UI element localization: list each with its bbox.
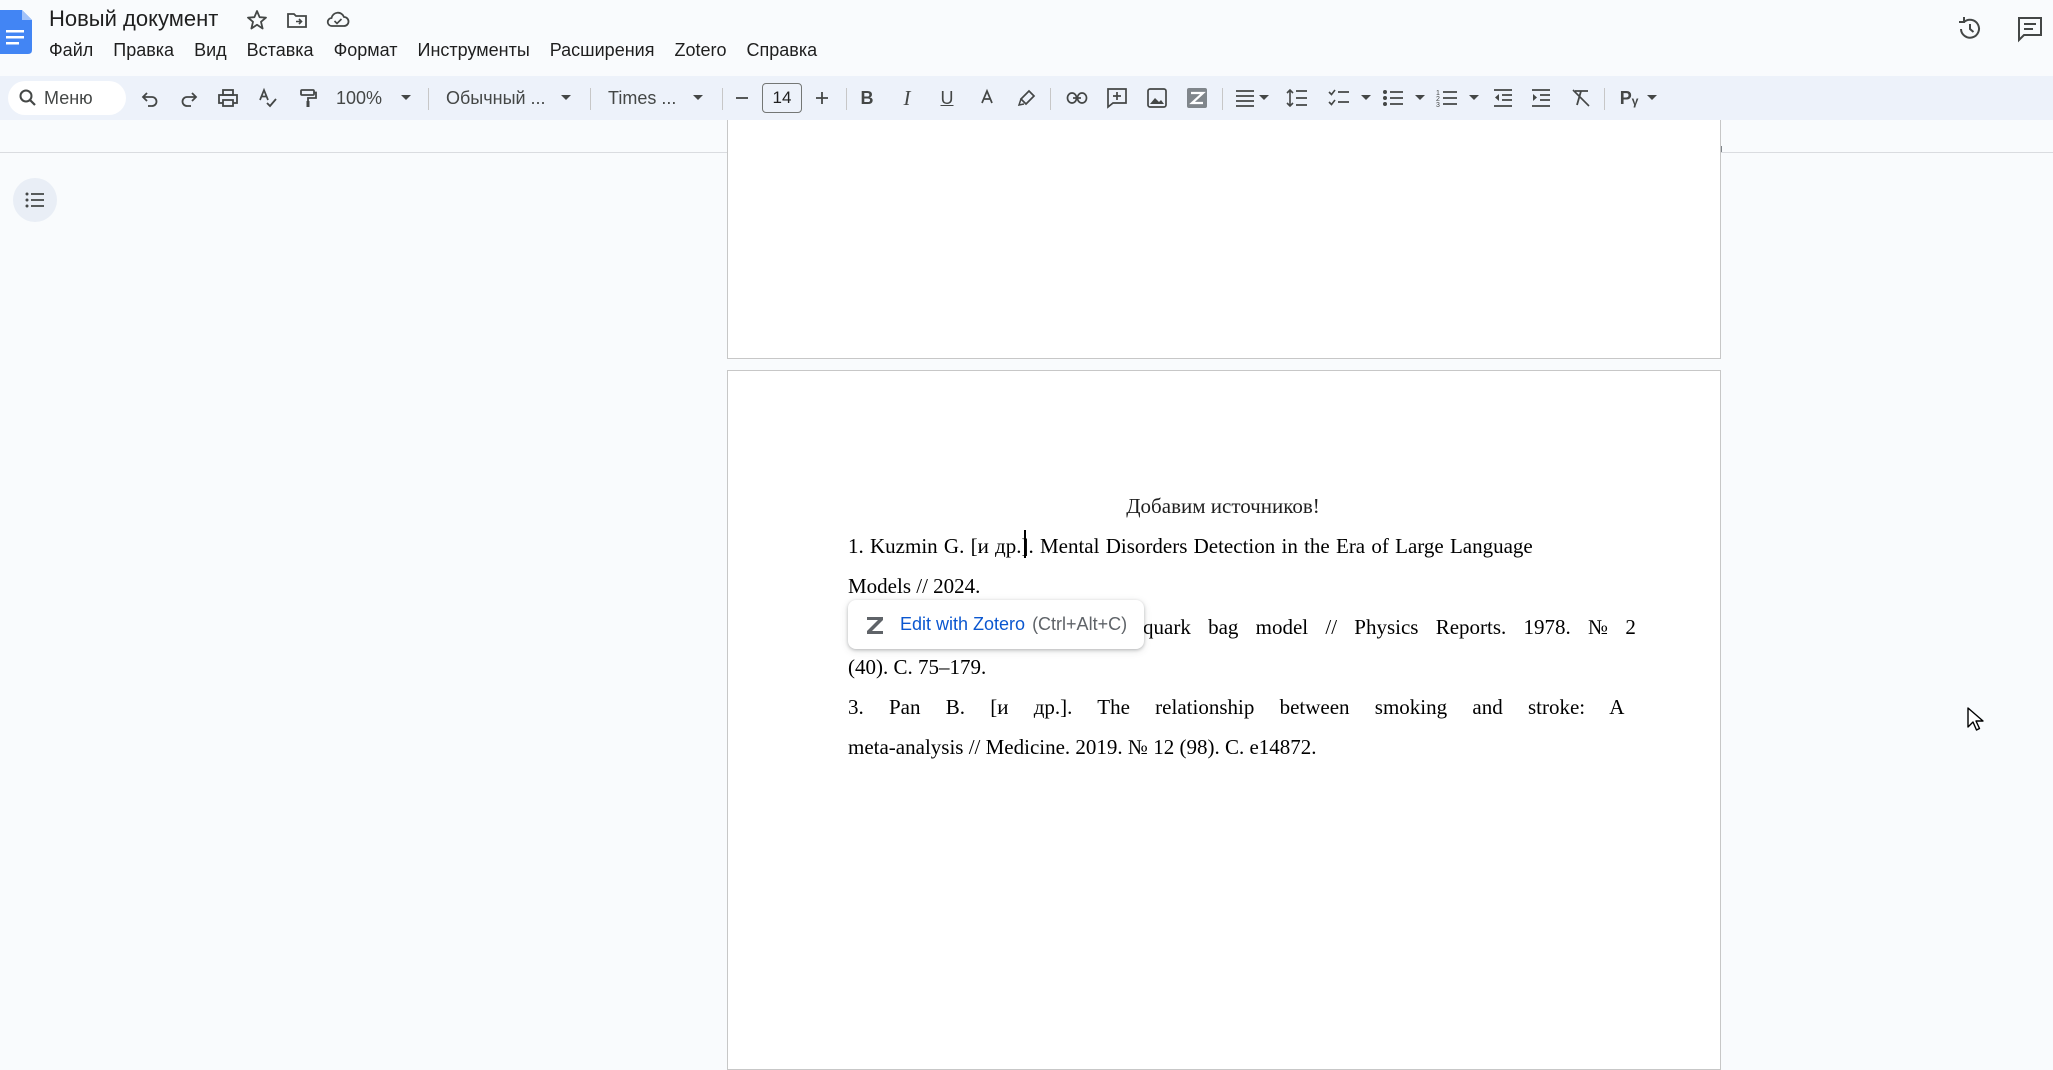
text-cursor xyxy=(1024,530,1026,558)
docs-logo-icon[interactable] xyxy=(0,10,32,54)
font-select[interactable]: Times ... xyxy=(608,76,688,120)
editing-mode-icon[interactable]: Pᵧ xyxy=(1614,76,1644,120)
menu-view[interactable]: Вид xyxy=(184,38,237,62)
redo-icon[interactable] xyxy=(175,76,203,120)
font-chevron-down-icon[interactable] xyxy=(688,76,708,120)
reference-3-line-2[interactable]: meta-analysis // Medicine. 2019. № 12 (9… xyxy=(848,727,1598,767)
spellcheck-icon[interactable] xyxy=(254,76,282,120)
reference-1-line-1[interactable]: 1. Kuzmin G. [и др.]. Mental Disorders D… xyxy=(848,526,1598,566)
line-spacing-icon[interactable] xyxy=(1284,76,1310,120)
checklist-chevron-down-icon[interactable] xyxy=(1358,76,1374,120)
font-size-input[interactable]: 14 xyxy=(762,83,802,113)
zotero-edit-popup[interactable]: Edit with Zotero (Ctrl+Alt+C) xyxy=(848,600,1144,649)
document-title[interactable]: Новый документ xyxy=(49,6,218,32)
menu-search-label: Меню xyxy=(44,87,93,108)
undo-icon[interactable] xyxy=(136,76,164,120)
menu-format[interactable]: Формат xyxy=(324,38,408,62)
toolbar: Меню 100% Обычный ... Times ... B I U 1 … xyxy=(0,76,2053,120)
reference-2-line-1[interactable]: quark bag model // Physics Reports. 1978… xyxy=(1143,607,1636,647)
bold-icon[interactable]: B xyxy=(854,76,880,120)
reference-3-line-1[interactable]: 3. Pan B. [и др.]. The relationship betw… xyxy=(848,687,1624,727)
underline-icon[interactable]: U xyxy=(934,76,960,120)
highlight-color-icon[interactable] xyxy=(1014,76,1040,120)
outline-list-icon xyxy=(25,192,44,208)
bulleted-list-icon[interactable] xyxy=(1380,76,1406,120)
print-icon[interactable] xyxy=(214,76,242,120)
insert-image-icon[interactable] xyxy=(1144,76,1170,120)
reference-2-line-2[interactable]: (40). С. 75–179. xyxy=(848,647,1598,687)
menu-zotero[interactable]: Zotero xyxy=(664,38,736,62)
move-to-folder-icon[interactable] xyxy=(285,8,311,32)
page-previous xyxy=(727,120,1721,359)
paint-format-icon[interactable] xyxy=(294,76,322,120)
zoom-chevron-down-icon[interactable] xyxy=(396,76,416,120)
edit-with-zotero-button[interactable]: Edit with Zotero xyxy=(900,614,1025,635)
menu-help[interactable]: Справка xyxy=(736,38,827,62)
increase-font-size-icon[interactable] xyxy=(810,76,834,120)
numbered-list-icon[interactable]: 123 xyxy=(1434,76,1460,120)
zotero-insert-icon[interactable] xyxy=(1184,76,1210,120)
menu-file[interactable]: Файл xyxy=(49,38,103,62)
font-value: Times ... xyxy=(608,87,677,108)
menu-extensions[interactable]: Расширения xyxy=(540,38,665,62)
style-value: Обычный ... xyxy=(446,87,546,108)
clear-formatting-icon[interactable] xyxy=(1568,76,1594,120)
checklist-icon[interactable] xyxy=(1326,76,1352,120)
cloud-saved-icon[interactable] xyxy=(325,8,351,32)
top-bar: Новый документ Файл Правка Вид Вставка Ф… xyxy=(0,0,2053,70)
bulleted-list-chevron-down-icon[interactable] xyxy=(1412,76,1428,120)
menu-bar: Файл Правка Вид Вставка Формат Инструмен… xyxy=(49,38,827,62)
insert-link-icon[interactable] xyxy=(1064,76,1090,120)
add-comment-icon[interactable] xyxy=(1104,76,1130,120)
doc-heading[interactable]: Добавим источников! xyxy=(848,486,1598,526)
star-icon[interactable] xyxy=(245,8,271,32)
zotero-shortcut: (Ctrl+Alt+C) xyxy=(1032,614,1128,634)
menu-search[interactable]: Меню xyxy=(8,81,126,115)
editing-mode-chevron-down-icon[interactable] xyxy=(1644,76,1660,120)
menu-insert[interactable]: Вставка xyxy=(237,38,324,62)
decrease-indent-icon[interactable] xyxy=(1490,76,1516,120)
align-icon[interactable] xyxy=(1232,76,1258,120)
style-chevron-down-icon[interactable] xyxy=(556,76,576,120)
menu-edit[interactable]: Правка xyxy=(103,38,184,62)
italic-icon[interactable]: I xyxy=(894,76,920,120)
svg-text:3: 3 xyxy=(1436,102,1440,108)
document-outline-button[interactable] xyxy=(13,178,57,222)
version-history-icon[interactable] xyxy=(1955,14,1985,44)
zotero-icon xyxy=(864,614,886,636)
increase-indent-icon[interactable] xyxy=(1528,76,1554,120)
menu-tools[interactable]: Инструменты xyxy=(408,38,540,62)
search-icon xyxy=(19,89,36,106)
comments-icon[interactable] xyxy=(2015,14,2045,44)
zoom-value: 100% xyxy=(336,87,383,108)
mouse-pointer-icon xyxy=(1967,707,1985,733)
decrease-font-size-icon[interactable] xyxy=(730,76,754,120)
numbered-list-chevron-down-icon[interactable] xyxy=(1466,76,1482,120)
text-color-icon[interactable] xyxy=(974,76,1000,120)
style-select[interactable]: Обычный ... xyxy=(446,76,556,120)
align-chevron-down-icon[interactable] xyxy=(1256,76,1272,120)
